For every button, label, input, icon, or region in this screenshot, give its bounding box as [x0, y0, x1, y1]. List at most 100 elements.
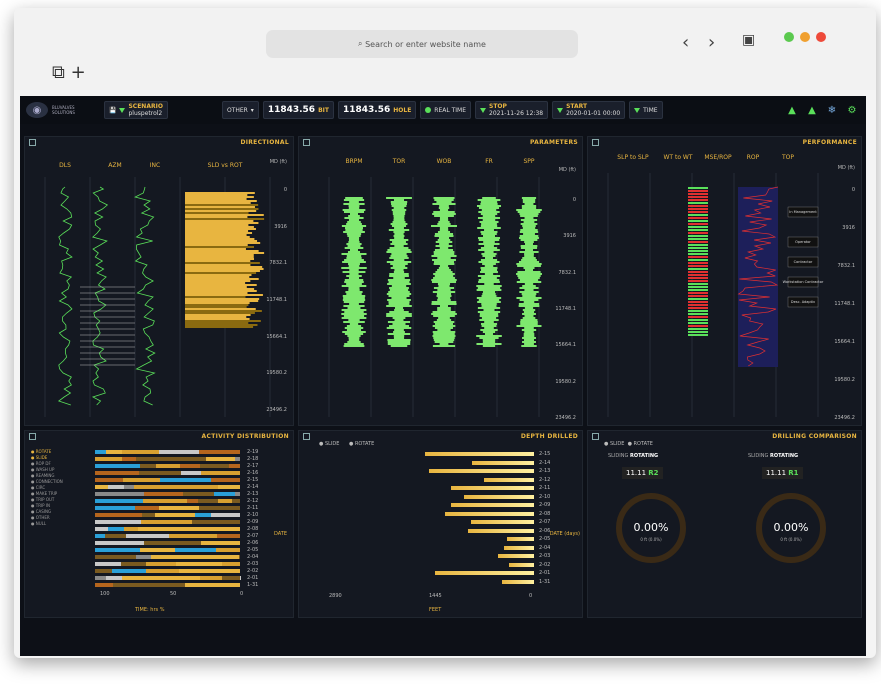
expand-icon[interactable]	[303, 433, 310, 440]
expand-icon[interactable]	[29, 433, 36, 440]
parameter-trace	[522, 309, 536, 311]
top-bar	[688, 277, 708, 279]
performance-md-label: MD (ft)	[837, 165, 855, 171]
parameter-trace	[349, 201, 359, 203]
parameter-trace	[517, 211, 541, 213]
activity-bar	[95, 548, 141, 552]
rig-alt-icon[interactable]: ▲	[804, 102, 820, 118]
depth-bar	[445, 511, 534, 516]
parameter-trace	[524, 255, 534, 257]
parameter-trace	[436, 319, 452, 321]
maximize-dot[interactable]	[816, 32, 826, 42]
parameter-trace	[433, 287, 455, 289]
parameter-trace	[435, 271, 453, 273]
parameter-trace	[483, 241, 495, 243]
gear-icon[interactable]: ⚙	[844, 102, 860, 118]
top-bar	[688, 247, 708, 249]
save-icon[interactable]: 💾	[109, 107, 116, 114]
close-dot[interactable]	[784, 32, 794, 42]
parameter-trace	[517, 275, 541, 277]
activity-date: 2-09	[247, 519, 259, 525]
parameter-trace	[436, 295, 452, 297]
depth-bar	[507, 537, 534, 541]
parameter-trace	[434, 327, 454, 329]
activity-bar	[113, 583, 147, 587]
sld-rot-bar	[185, 196, 254, 198]
activity-bar	[181, 457, 207, 461]
activity-bar	[95, 492, 145, 496]
parameter-trace	[348, 241, 360, 243]
forward-button[interactable]: ›	[708, 32, 715, 53]
activity-bar	[206, 457, 235, 461]
parameter-trace	[478, 243, 500, 245]
expand-icon[interactable]	[592, 433, 599, 440]
parameter-trace	[344, 247, 364, 249]
activity-bar	[179, 569, 201, 573]
activity-bar	[228, 527, 240, 531]
realtime-toggle[interactable]: REAL TIME	[420, 101, 472, 119]
parameter-trace	[524, 253, 534, 255]
parameter-trace	[391, 285, 407, 287]
sidebar-icon[interactable]: ▣	[742, 32, 755, 48]
top-bar	[688, 190, 708, 192]
tab-controls[interactable]: ⧉ +	[52, 62, 86, 83]
sld-rot-bar	[185, 288, 255, 290]
parameter-trace	[523, 267, 535, 269]
brand-logo: ◉	[26, 102, 48, 118]
parameter-trace	[437, 307, 451, 309]
sld-rot-bar	[185, 230, 249, 232]
scenario-selector[interactable]: 💾 SCENARIO pluspetrol2	[104, 101, 168, 119]
parameter-trace	[437, 239, 451, 241]
parameter-trace	[517, 271, 541, 273]
back-button[interactable]: ‹	[682, 32, 689, 53]
sld-rot-bar	[185, 276, 250, 278]
activity-xtick: 0	[240, 591, 244, 597]
minimize-dot[interactable]	[800, 32, 810, 42]
parameter-trace	[391, 297, 407, 299]
snowflake-icon[interactable]: ❄	[824, 102, 840, 118]
parameter-trace	[522, 317, 536, 319]
activity-bar	[180, 527, 229, 531]
parameter-trace	[435, 241, 453, 243]
sld-rot-bar	[185, 210, 257, 212]
other-button[interactable]: OTHER ▾	[221, 101, 259, 119]
column-header: SLD vs ROT	[208, 162, 243, 169]
sld-rot-bar	[185, 232, 253, 234]
parameter-trace	[346, 257, 362, 259]
top-bar	[688, 238, 708, 240]
activity-bar	[121, 450, 160, 454]
depth-bar	[434, 571, 534, 575]
parameter-trace	[484, 229, 494, 231]
parameter-trace	[479, 319, 499, 321]
directional-chart: SLD vs ROT INC AZM DLS	[44, 162, 271, 417]
parameter-trace	[348, 263, 360, 265]
activity-legend-item: ● MAKE TRIP	[31, 491, 58, 496]
top-bar	[688, 217, 708, 219]
parameter-trace	[437, 297, 451, 299]
depth-bar	[484, 477, 534, 482]
parameter-trace	[387, 343, 411, 345]
parameter-trace	[484, 265, 494, 267]
rig-icon[interactable]: ▲	[784, 102, 800, 118]
activity-date: 2-04	[247, 554, 259, 560]
parameter-trace	[387, 341, 411, 343]
activity-legend-item: ● ROP DF	[31, 461, 51, 466]
activity-bar	[107, 485, 124, 489]
activity-bar	[184, 583, 234, 587]
parameter-trace	[437, 289, 451, 291]
parameter-trace	[431, 303, 457, 305]
parameter-trace	[478, 207, 500, 209]
activity-bar	[214, 492, 235, 496]
parameter-trace	[439, 305, 449, 307]
activity-bar	[233, 583, 240, 587]
activity-bar	[95, 569, 112, 573]
time-selector[interactable]: TIME	[629, 101, 663, 119]
address-bar[interactable]: ⌕ Search or enter website name	[266, 30, 578, 58]
parameter-trace	[343, 211, 365, 213]
activity-bar	[121, 576, 171, 580]
stop-selector[interactable]: STOP 2021-11-26 12:38	[475, 101, 549, 119]
activity-bar	[143, 499, 188, 503]
top-bar	[688, 331, 708, 333]
sld-rot-bar	[185, 282, 246, 284]
start-selector[interactable]: START 2020-01-01 00:00	[552, 101, 626, 119]
